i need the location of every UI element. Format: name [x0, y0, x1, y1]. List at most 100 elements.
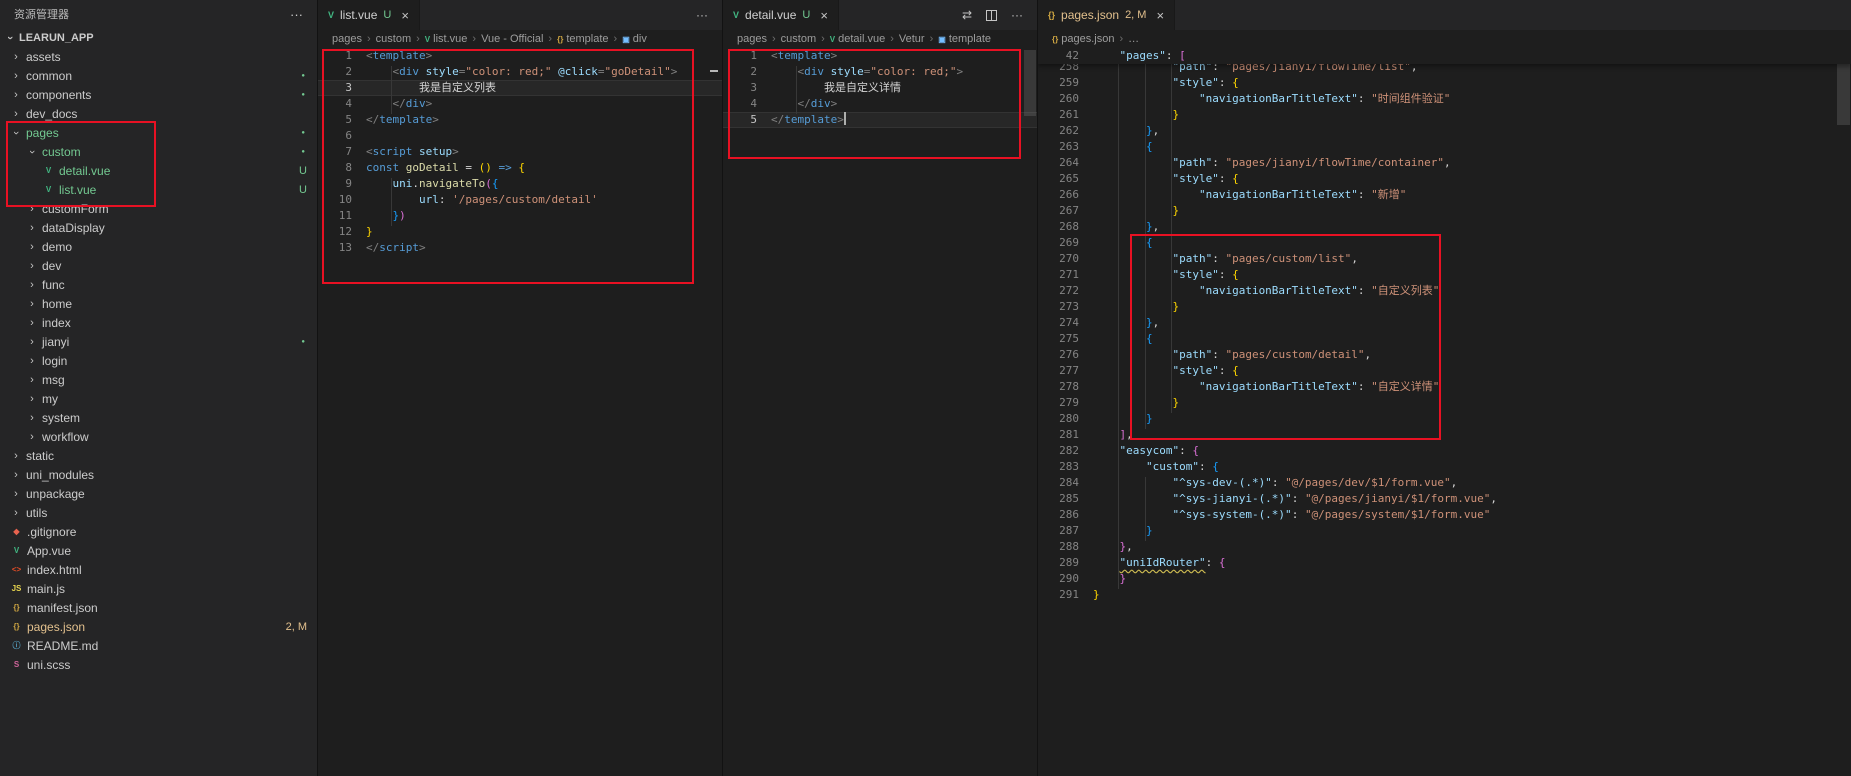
code-line-2[interactable]: 2 <div style="color: red;" @click="goDet… [318, 64, 722, 80]
breadcrumb-item[interactable]: pages [332, 33, 362, 45]
code-line-289[interactable]: 289 "uniIdRouter": { [1038, 555, 1851, 571]
line-number[interactable]: 267 [1038, 203, 1093, 219]
code-line-9[interactable]: 9 uni.navigateTo({ [318, 176, 722, 192]
split-editor-icon[interactable] [986, 10, 997, 21]
breadcrumb-item[interactable]: … [1128, 33, 1139, 45]
folder-func[interactable]: ›func [0, 275, 317, 294]
line-number[interactable]: 278 [1038, 379, 1093, 395]
line-number[interactable]: 268 [1038, 219, 1093, 235]
code-editor[interactable]: 1<template>2 <div style="color: red;">3 … [723, 48, 1037, 776]
line-number[interactable]: 283 [1038, 459, 1093, 475]
code-line-5[interactable]: 5</template> [723, 112, 1037, 128]
code-line-266[interactable]: 266 "navigationBarTitleText": "新增" [1038, 187, 1851, 203]
line-number[interactable]: 9 [318, 176, 366, 192]
file-readme-md[interactable]: ⓘREADME.md [0, 636, 317, 655]
code-line-291[interactable]: 291} [1038, 587, 1851, 603]
folder-utils[interactable]: ›utils [0, 503, 317, 522]
folder-components[interactable]: ›components● [0, 85, 317, 104]
line-number[interactable]: 280 [1038, 411, 1093, 427]
line-number[interactable]: 261 [1038, 107, 1093, 123]
line-number[interactable]: 270 [1038, 251, 1093, 267]
folder-msg[interactable]: ›msg [0, 370, 317, 389]
line-number[interactable]: 264 [1038, 155, 1093, 171]
line-number[interactable]: 5 [723, 112, 771, 128]
folder-index[interactable]: ›index [0, 313, 317, 332]
code-line-7[interactable]: 7<script setup> [318, 144, 722, 160]
folder-uni-modules[interactable]: ›uni_modules [0, 465, 317, 484]
close-icon[interactable]: × [820, 8, 828, 23]
code-line-267[interactable]: 267 } [1038, 203, 1851, 219]
close-icon[interactable]: × [1156, 8, 1164, 23]
code-line-263[interactable]: 263 { [1038, 139, 1851, 155]
file-main-js[interactable]: JSmain.js [0, 579, 317, 598]
folder-dev-docs[interactable]: ›dev_docs [0, 104, 317, 123]
code-line-271[interactable]: 271 "style": { [1038, 267, 1851, 283]
folder-system[interactable]: ›system [0, 408, 317, 427]
code-line-279[interactable]: 279 } [1038, 395, 1851, 411]
folder-login[interactable]: ›login [0, 351, 317, 370]
code-line-270[interactable]: 270 "path": "pages/custom/list", [1038, 251, 1851, 267]
code-line-278[interactable]: 278 "navigationBarTitleText": "自定义详情" [1038, 379, 1851, 395]
line-number[interactable]: 269 [1038, 235, 1093, 251]
code-line-269[interactable]: 269 { [1038, 235, 1851, 251]
tab-list-vue[interactable]: Vlist.vueU× [318, 0, 420, 30]
line-number[interactable]: 290 [1038, 571, 1093, 587]
code-line-2[interactable]: 2 <div style="color: red;"> [723, 64, 1037, 80]
breadcrumb-item[interactable]: Vue - Official [481, 33, 543, 45]
line-number[interactable]: 1 [723, 48, 771, 64]
code-line-262[interactable]: 262 }, [1038, 123, 1851, 139]
breadcrumb-item[interactable]: {}template [557, 33, 608, 45]
code-line-5[interactable]: 5</template> [318, 112, 722, 128]
code-line-273[interactable]: 273 } [1038, 299, 1851, 315]
more-actions-icon[interactable]: ··· [1011, 8, 1023, 22]
close-icon[interactable]: × [401, 8, 409, 23]
line-number[interactable]: 272 [1038, 283, 1093, 299]
folder-workflow[interactable]: ›workflow [0, 427, 317, 446]
code-line-286[interactable]: 286 "^sys-system-(.*)": "@/pages/system/… [1038, 507, 1851, 523]
line-number[interactable]: 1 [318, 48, 366, 64]
file-manifest-json[interactable]: {}manifest.json [0, 598, 317, 617]
code-line-276[interactable]: 276 "path": "pages/custom/detail", [1038, 347, 1851, 363]
breadcrumb-item[interactable]: pages [737, 33, 767, 45]
line-number[interactable]: 4 [318, 96, 366, 112]
code-line-290[interactable]: 290 } [1038, 571, 1851, 587]
folder-assets[interactable]: ›assets [0, 47, 317, 66]
code-line-10[interactable]: 10 url: '/pages/custom/detail' [318, 192, 722, 208]
code-line-274[interactable]: 274 }, [1038, 315, 1851, 331]
line-number[interactable]: 284 [1038, 475, 1093, 491]
folder-customform[interactable]: ›customForm [0, 199, 317, 218]
folder-unpackage[interactable]: ›unpackage [0, 484, 317, 503]
line-number[interactable]: 6 [318, 128, 366, 144]
folder-dev[interactable]: ›dev [0, 256, 317, 275]
file-detail-vue[interactable]: Vdetail.vueU [0, 161, 317, 180]
folder-my[interactable]: ›my [0, 389, 317, 408]
breadcrumb-item[interactable]: Vlist.vue [425, 33, 468, 45]
line-number[interactable]: 281 [1038, 427, 1093, 443]
line-number[interactable]: 282 [1038, 443, 1093, 459]
code-line-264[interactable]: 264 "path": "pages/jianyi/flowTime/conta… [1038, 155, 1851, 171]
code-line-12[interactable]: 12} [318, 224, 722, 240]
line-number[interactable]: 289 [1038, 555, 1093, 571]
more-actions-icon[interactable]: ··· [696, 8, 708, 22]
line-number[interactable]: 276 [1038, 347, 1093, 363]
scrollbar-detail-pane[interactable] [1024, 50, 1036, 116]
line-number[interactable]: 262 [1038, 123, 1093, 139]
file-gitignore[interactable]: ◆.gitignore [0, 522, 317, 541]
line-number[interactable]: 259 [1038, 75, 1093, 91]
code-line-272[interactable]: 272 "navigationBarTitleText": "自定义列表" [1038, 283, 1851, 299]
code-line-259[interactable]: 259 "style": { [1038, 75, 1851, 91]
line-number[interactable]: 271 [1038, 267, 1093, 283]
breadcrumb-item[interactable]: custom [781, 33, 816, 45]
folder-home[interactable]: ›home [0, 294, 317, 313]
line-number[interactable]: 288 [1038, 539, 1093, 555]
code-line-280[interactable]: 280 } [1038, 411, 1851, 427]
folder-pages[interactable]: ›pages● [0, 123, 317, 142]
code-line-283[interactable]: 283 "custom": { [1038, 459, 1851, 475]
file-index-html[interactable]: <>index.html [0, 560, 317, 579]
line-number[interactable]: 260 [1038, 91, 1093, 107]
line-number[interactable]: 2 [318, 64, 366, 80]
line-number[interactable]: 273 [1038, 299, 1093, 315]
breadcrumb-item[interactable]: Vdetail.vue [830, 33, 885, 45]
line-number[interactable]: 275 [1038, 331, 1093, 347]
file-list-vue[interactable]: Vlist.vueU [0, 180, 317, 199]
